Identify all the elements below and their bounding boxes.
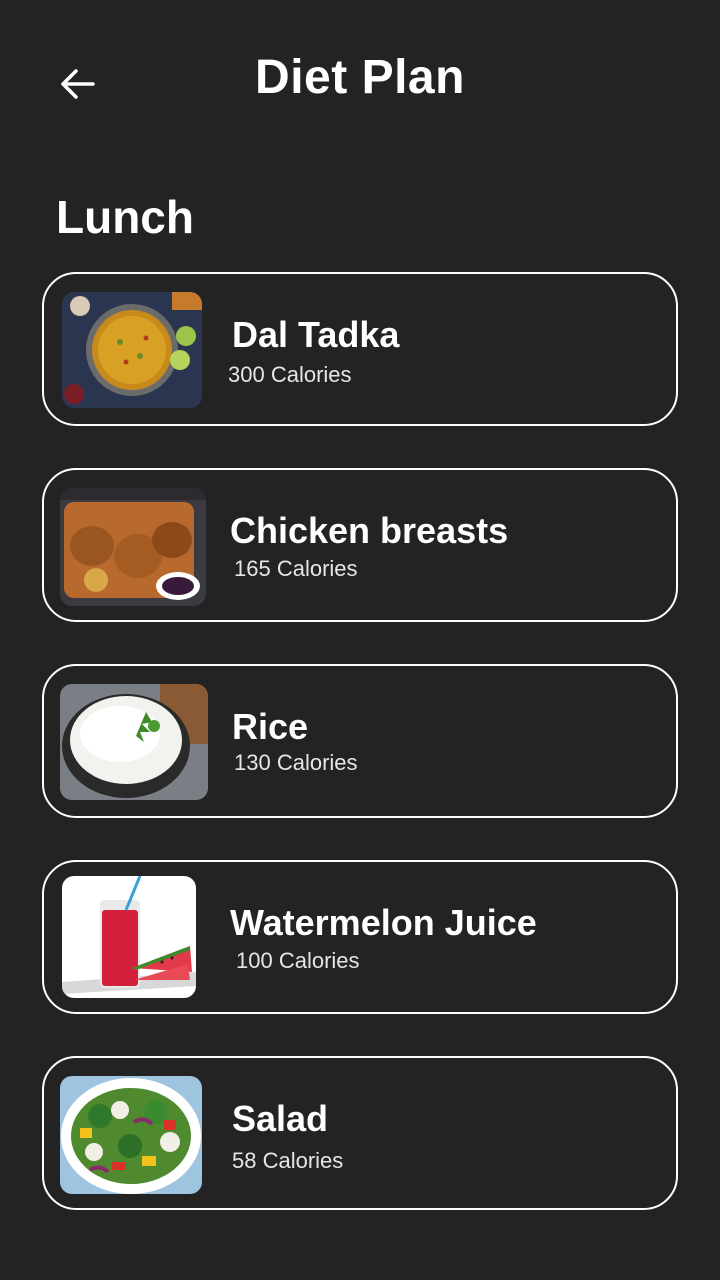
meal-calories: 165 Calories <box>234 556 358 581</box>
meal-calories: 100 Calories <box>236 948 360 973</box>
meal-name: Dal Tadka <box>232 314 400 355</box>
meal-name: Salad <box>232 1098 329 1139</box>
chicken-breasts-image <box>60 488 206 606</box>
rice-image <box>60 684 208 800</box>
meal-card-chicken-breasts[interactable]: Chicken breasts 165 Calories <box>42 468 678 622</box>
dal-tadka-image <box>62 292 202 408</box>
section-title-lunch: Lunch <box>56 191 194 243</box>
page-title: Diet Plan <box>255 51 465 104</box>
meal-calories: 300 Calories <box>228 362 352 387</box>
meal-name: Watermelon Juice <box>230 902 537 943</box>
meal-card-dal-tadka[interactable]: Dal Tadka 300 Calories <box>42 272 678 426</box>
meal-card-salad[interactable]: Salad 58 Calories <box>42 1056 678 1210</box>
diet-plan-screen: Diet Plan Lunch Dal Tadka 300 Calories C… <box>0 0 720 1280</box>
meal-name: Rice <box>232 706 309 747</box>
watermelon-juice-image <box>62 876 196 998</box>
meal-card-rice[interactable]: Rice 130 Calories <box>42 664 678 818</box>
salad-image <box>60 1076 202 1194</box>
meal-calories: 58 Calories <box>232 1148 344 1173</box>
meal-list: Dal Tadka 300 Calories Chicken breasts 1… <box>42 272 678 1210</box>
meal-calories: 130 Calories <box>234 750 358 775</box>
meal-card-watermelon-juice[interactable]: Watermelon Juice 100 Calories <box>42 860 678 1014</box>
meal-name: Chicken breasts <box>230 510 509 551</box>
